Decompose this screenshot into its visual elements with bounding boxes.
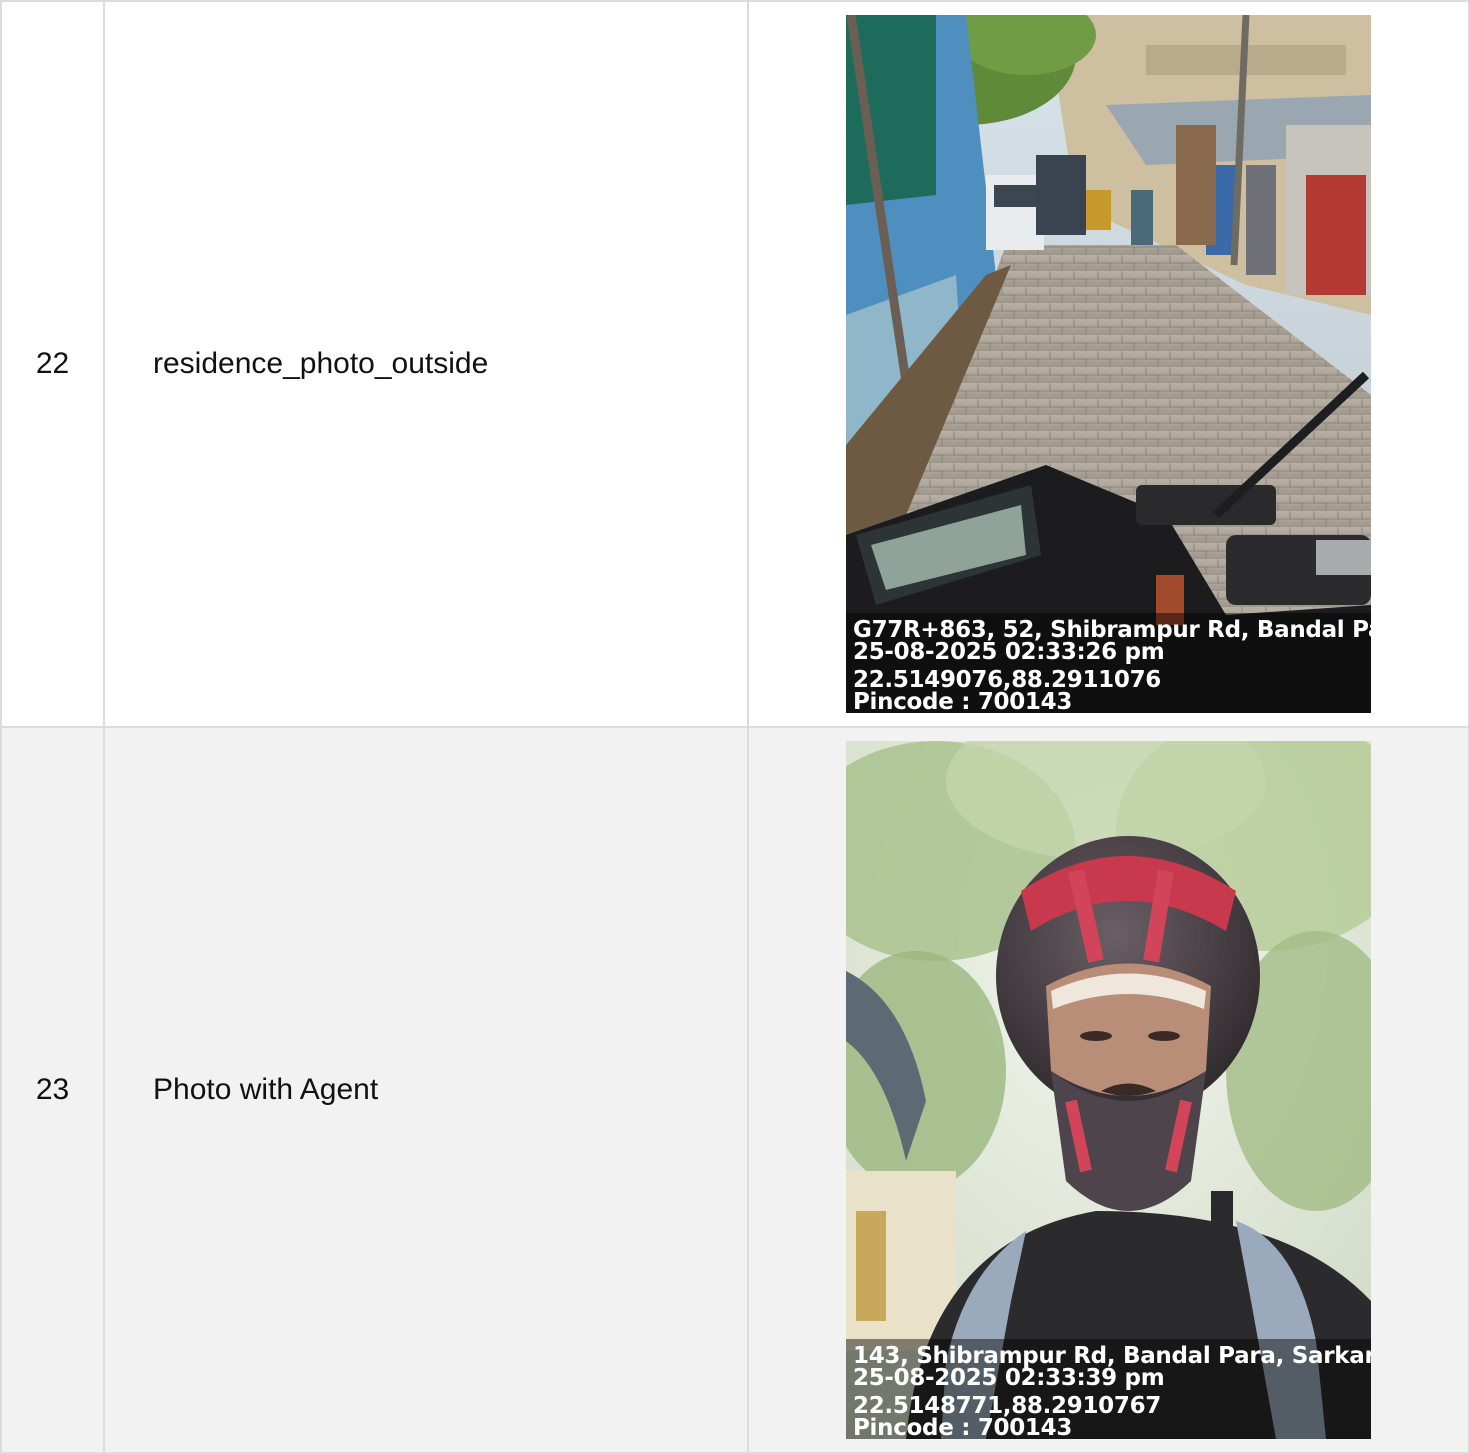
stamp-address: G77R+863, 52, Shibrampur Rd, Bandal Para…: [853, 617, 1371, 643]
stamp-datetime: 25-08-2025 02:33:26 pm: [853, 639, 1165, 665]
row-label: Photo with Agent: [103, 726, 749, 1454]
photo-table: 22 residence_photo_outside G77R+863, 52,…: [0, 0, 1469, 1454]
stamp-pincode: Pincode : 700143: [853, 1415, 1073, 1440]
photo-cell: 143, Shibrampur Rd, Bandal Para, Sarkarp…: [747, 726, 1469, 1454]
street-scene-image: [846, 15, 1371, 713]
table-row: 22 residence_photo_outside G77R+863, 52,…: [0, 0, 1469, 728]
photo-cell: G77R+863, 52, Shibrampur Rd, Bandal Para…: [747, 0, 1469, 728]
row-label: residence_photo_outside: [103, 0, 749, 728]
row-number: 22: [0, 0, 105, 728]
table-row: 23 Photo with Agent 143, Shibrampur Rd, …: [0, 726, 1469, 1454]
residence-photo[interactable]: G77R+863, 52, Shibrampur Rd, Bandal Para…: [846, 15, 1371, 713]
stamp-address: 143, Shibrampur Rd, Bandal Para, Sarkarp…: [853, 1343, 1371, 1369]
stamp-datetime: 25-08-2025 02:33:39 pm: [853, 1365, 1165, 1391]
stamp-coordinates: 22.5148771,88.2910767: [853, 1393, 1161, 1419]
geo-stamp: G77R+863, 52, Shibrampur Rd, Bandal Para…: [846, 613, 1371, 713]
stamp-pincode: Pincode : 700143: [853, 689, 1073, 714]
geo-stamp: 143, Shibrampur Rd, Bandal Para, Sarkarp…: [846, 1339, 1371, 1439]
agent-photo[interactable]: 143, Shibrampur Rd, Bandal Para, Sarkarp…: [846, 741, 1371, 1439]
row-number: 23: [0, 726, 105, 1454]
agent-selfie-image: [846, 741, 1371, 1439]
stamp-coordinates: 22.5149076,88.2911076: [853, 667, 1161, 693]
